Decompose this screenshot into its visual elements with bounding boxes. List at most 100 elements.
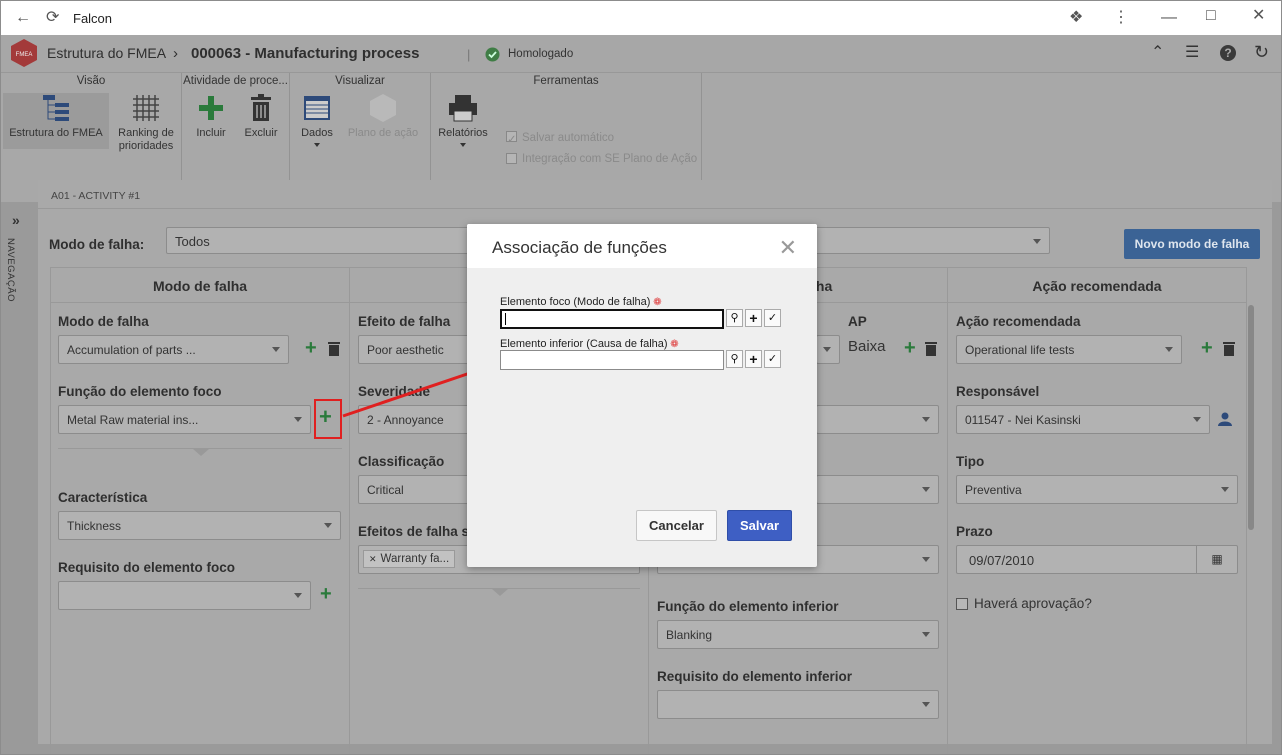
tree-structure-icon [43, 95, 69, 121]
elemento-inferior-input[interactable] [500, 350, 724, 370]
modo-falha-select[interactable]: Accumulation of parts ... [58, 335, 289, 364]
tipo-select[interactable]: Preventiva [956, 475, 1238, 504]
requisito-elemento-inferior-select[interactable] [657, 690, 939, 719]
column-header-modo-falha: Modo de falha [50, 267, 350, 303]
aprovacao-checkbox[interactable]: Haverá aprovação? [956, 596, 1092, 611]
clear-brush-icon[interactable]: ✓ [764, 309, 781, 327]
classificacao-label: Classificação [358, 454, 445, 469]
dropdown-arrow-icon [314, 143, 320, 147]
remove-tag-icon[interactable]: ✕ [369, 554, 377, 564]
help-icon[interactable]: ? [1220, 45, 1236, 61]
save-button[interactable]: Salvar [727, 510, 792, 541]
causa-field-3[interactable] [816, 475, 939, 504]
funcao-elemento-foco-select[interactable]: Metal Raw material ins... [58, 405, 311, 434]
back-arrow-icon[interactable]: ← [15, 9, 31, 27]
prazo-label: Prazo [956, 524, 993, 539]
causa-field-2[interactable] [816, 405, 939, 434]
search-icon[interactable]: ⚲ [726, 309, 743, 327]
minimize-icon[interactable]: — [1161, 9, 1177, 27]
requisito-elemento-foco-select[interactable] [58, 581, 311, 610]
navigation-sidebar: » NAVEGAÇÃO [1, 202, 35, 754]
group-title-visao: Visão [76, 75, 106, 87]
filter-label: Modo de falha: [49, 237, 145, 252]
required-icon: ❁ [667, 339, 679, 350]
ap-label: AP [848, 314, 867, 329]
dialog-header: Associação de funções ✕ [467, 224, 817, 268]
add-icon[interactable]: + [745, 309, 762, 327]
integracao-checkbox[interactable]: Integração com SE Plano de Ação [506, 153, 697, 165]
calendar-icon[interactable]: ▦ [1196, 546, 1237, 573]
close-icon[interactable]: ✕ [779, 235, 797, 261]
salvar-automatico-checkbox[interactable]: ✓ Salvar automático [506, 131, 614, 146]
chevron-right-icon: › [173, 45, 178, 62]
add-causa-icon[interactable]: + [904, 338, 916, 358]
expand-double-chevron-icon[interactable]: » [12, 212, 20, 228]
tipo-label: Tipo [956, 454, 985, 469]
activity-breadcrumb: A01 - ACTIVITY #1 [51, 190, 141, 202]
requisito-elemento-inferior-label: Requisito do elemento inferior [657, 669, 853, 684]
dropdown-arrow-icon [460, 143, 466, 147]
group-title-visualizar: Visualizar [335, 75, 385, 87]
svg-text:FMEA: FMEA [16, 52, 33, 58]
excluir-button[interactable]: Excluir [241, 93, 281, 140]
collapse-arrow-icon[interactable] [193, 449, 209, 456]
refresh-icon[interactable]: ↻ [1254, 43, 1269, 61]
search-icon[interactable]: ⚲ [726, 350, 743, 368]
dados-button[interactable]: Dados [297, 93, 337, 147]
fmea-logo-icon: FMEA [11, 39, 37, 67]
list-icon[interactable]: ☰ [1185, 44, 1199, 62]
chevron-down-icon [1193, 417, 1201, 422]
checkbox-icon [956, 598, 968, 610]
prazo-date-input[interactable]: 09/07/2010 ▦ [956, 545, 1238, 574]
ocorrencia-select[interactable] [816, 335, 840, 364]
browser-window: ← ⟳ Falcon ❖ ⋮ — □ ✕ FMEA Estrutura do F… [0, 0, 1282, 755]
maximize-icon[interactable]: □ [1206, 7, 1216, 25]
extension-puzzle-icon[interactable]: ❖ [1069, 9, 1083, 27]
relatorios-button[interactable]: Relatórios [436, 93, 490, 147]
clear-brush-icon[interactable]: ✓ [764, 350, 781, 368]
trash-icon [251, 94, 271, 121]
group-title-ferramentas: Ferramentas [533, 75, 599, 87]
add-icon[interactable]: + [745, 350, 762, 368]
incluir-label: Incluir [196, 127, 226, 139]
estrutura-button[interactable]: Estrutura do FMEA [3, 93, 109, 149]
funcao-elemento-inferior-select[interactable]: Blanking [657, 620, 939, 649]
add-funcao-icon[interactable]: + [319, 406, 332, 428]
add-requisito-icon[interactable]: + [320, 584, 332, 604]
new-failure-mode-button[interactable]: Novo modo de falha [1124, 229, 1260, 259]
elemento-foco-input[interactable] [500, 309, 724, 329]
collapse-up-icon[interactable]: ⌃ [1151, 44, 1164, 62]
divider: | [467, 47, 471, 62]
modo-falha-label: Modo de falha [58, 314, 149, 329]
column-header-acao: Ação recomendada [947, 267, 1247, 303]
close-window-icon[interactable]: ✕ [1252, 7, 1265, 25]
more-options-icon[interactable]: ⋮ [1113, 9, 1129, 27]
delete-causa-icon[interactable] [925, 342, 937, 356]
ranking-button[interactable]: Ranking de prioridades [113, 93, 179, 153]
chevron-down-icon [922, 632, 930, 637]
user-icon[interactable] [1218, 412, 1232, 426]
chevron-down-icon [1033, 239, 1041, 244]
tag-chip[interactable]: ✕ Warranty fa... [363, 550, 456, 568]
reload-icon[interactable]: ⟳ [46, 9, 59, 27]
delete-acao-icon[interactable] [1223, 342, 1235, 356]
collapse-arrow-icon[interactable] [492, 589, 508, 596]
scrollbar[interactable] [1248, 305, 1254, 530]
navigation-label[interactable]: NAVEGAÇÃO [5, 238, 16, 302]
acao-recomendada-select[interactable]: Operational life tests [956, 335, 1182, 364]
breadcrumb-module[interactable]: Estrutura do FMEA [47, 45, 166, 61]
chevron-down-icon [922, 557, 930, 562]
incluir-button[interactable]: Incluir [191, 93, 231, 140]
delete-modo-falha-icon[interactable] [328, 342, 340, 356]
cancel-button[interactable]: Cancelar [636, 510, 717, 541]
acao-recomendada-label: Ação recomendada [956, 314, 1081, 329]
page-header: FMEA Estrutura do FMEA › 000063 - Manufa… [1, 35, 1281, 72]
caracteristica-select[interactable]: Thickness [58, 511, 341, 540]
add-acao-icon[interactable]: + [1201, 338, 1213, 358]
efeito-falha-label: Efeito de falha [358, 314, 451, 329]
responsavel-select[interactable]: 011547 - Nei Kasinski [956, 405, 1210, 434]
window-title: Falcon [73, 11, 113, 26]
requisito-elemento-foco-label: Requisito do elemento foco [58, 560, 236, 575]
add-modo-falha-icon[interactable]: + [305, 338, 317, 358]
chevron-down-icon [1221, 487, 1229, 492]
